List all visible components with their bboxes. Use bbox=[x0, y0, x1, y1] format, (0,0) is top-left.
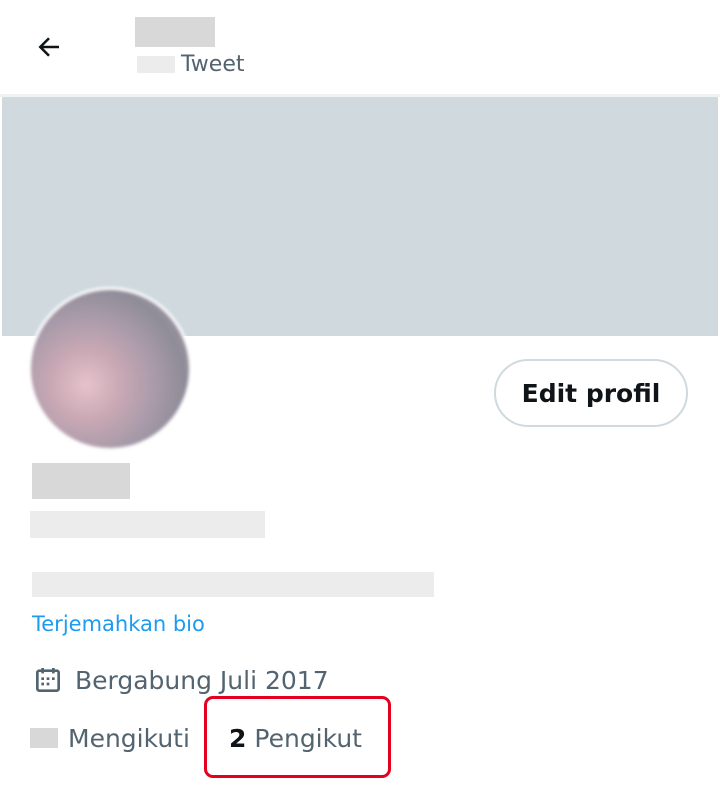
bio-redacted bbox=[32, 572, 434, 597]
username-redacted bbox=[30, 511, 265, 538]
tweet-count-redacted bbox=[137, 56, 175, 73]
following-stat[interactable]: Mengikuti bbox=[30, 718, 190, 758]
joined-date-text: Bergabung Juli 2017 bbox=[75, 665, 329, 695]
avatar[interactable] bbox=[28, 287, 192, 451]
display-name-redacted bbox=[32, 463, 130, 499]
back-button[interactable] bbox=[24, 22, 74, 72]
arrow-left-icon bbox=[38, 37, 59, 57]
following-label: Mengikuti bbox=[68, 723, 190, 753]
tweet-count-label: Tweet bbox=[181, 52, 245, 77]
calendar-icon bbox=[36, 668, 60, 692]
followers-highlight-box bbox=[204, 696, 391, 778]
edit-profile-button[interactable]: Edit profil bbox=[494, 359, 688, 427]
translate-bio-link[interactable]: Terjemahkan bio bbox=[32, 610, 205, 638]
following-count-redacted bbox=[30, 728, 58, 748]
joined-date: Bergabung Juli 2017 bbox=[32, 660, 329, 700]
profile-header: Tweet bbox=[0, 0, 720, 94]
profile-name-redacted bbox=[135, 17, 215, 47]
